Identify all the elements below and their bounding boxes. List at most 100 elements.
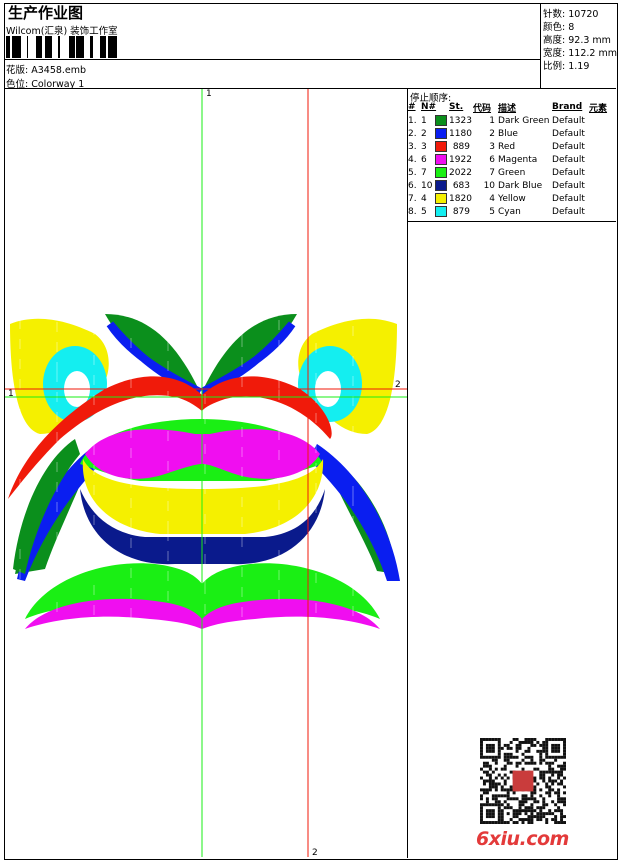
row-brand: Default xyxy=(552,141,585,152)
table-header-row: # N# St. 代码 描述 Brand 元素 xyxy=(408,100,616,114)
row-swatch xyxy=(435,114,449,127)
stat-width: 宽度: 112.2 mm xyxy=(543,45,617,59)
embroidery-design xyxy=(5,89,407,857)
guide-label-v2: 2 xyxy=(312,848,318,858)
guide-label-h2: 2 xyxy=(395,380,401,390)
row-stitches: 1820 xyxy=(449,193,472,204)
stat-value: 1.19 xyxy=(568,61,590,72)
row-description: Yellow xyxy=(498,193,526,204)
row-swatch xyxy=(435,192,449,205)
row-code: 1 xyxy=(489,115,496,126)
row-needle: 6 xyxy=(421,154,427,165)
row-swatch xyxy=(435,166,449,179)
row-element xyxy=(589,179,616,192)
pattern-label: 花版: xyxy=(6,65,29,76)
row-description: Green xyxy=(498,167,526,178)
row-brand: Default xyxy=(552,180,585,191)
stat-scale: 比例: 1.19 xyxy=(543,58,589,72)
row-stitches: 1323 xyxy=(449,115,472,126)
row-index: 4. xyxy=(408,154,417,165)
row-stitches: 2022 xyxy=(449,167,472,178)
header-sub-divider xyxy=(4,59,540,60)
row-stitches: 889 xyxy=(452,141,471,152)
table-row: 3. 3 889 3 Red Default xyxy=(408,140,616,153)
row-swatch xyxy=(435,140,449,153)
row-swatch xyxy=(435,153,449,166)
col-code: 代码 xyxy=(473,103,492,114)
color-swatch xyxy=(435,206,447,217)
color-swatch xyxy=(435,193,447,204)
stop-sequence-table: # N# St. 代码 描述 Brand 元素 1. 1 1323 1 Dark Gre… xyxy=(408,100,616,218)
legend-bottom-divider xyxy=(407,221,616,222)
pattern-line: 花版: A3458.emb xyxy=(6,62,86,76)
color-swatch xyxy=(435,115,447,126)
stat-label: 比例: xyxy=(543,61,566,72)
row-needle: 3 xyxy=(421,141,427,152)
row-stitches: 1922 xyxy=(449,154,472,165)
row-code: 5 xyxy=(489,206,496,217)
row-element xyxy=(589,192,616,205)
row-needle: 1 xyxy=(421,115,427,126)
row-stitches: 879 xyxy=(452,206,471,217)
row-brand: Default xyxy=(552,167,585,178)
color-swatch xyxy=(435,141,447,152)
row-index: 7. xyxy=(408,193,417,204)
row-description: Cyan xyxy=(498,206,521,217)
table-row: 4. 6 1922 6 Magenta Default xyxy=(408,153,616,166)
col-brand: Brand xyxy=(552,102,583,112)
guide-label-h1: 1 xyxy=(8,389,14,399)
row-code: 7 xyxy=(489,167,496,178)
table-row: 2. 2 1180 2 Blue Default xyxy=(408,127,616,140)
row-brand: Default xyxy=(552,206,585,217)
row-description: Red xyxy=(498,141,516,152)
color-swatch xyxy=(435,154,447,165)
row-swatch xyxy=(435,179,449,192)
pattern-value: A3458.emb xyxy=(31,65,87,76)
color-swatch xyxy=(435,128,447,139)
table-row: 6. 10 683 10 Dark Blue Default xyxy=(408,179,616,192)
row-index: 3. xyxy=(408,141,417,152)
row-element xyxy=(589,153,616,166)
table-row: 8. 5 879 5 Cyan Default xyxy=(408,205,616,218)
row-code: 4 xyxy=(489,193,496,204)
table-row: 1. 1 1323 1 Dark Green Default xyxy=(408,114,616,127)
row-brand: Default xyxy=(552,154,585,165)
qr-code xyxy=(480,738,566,824)
row-code: 3 xyxy=(489,141,496,152)
col-element: 元素 xyxy=(589,103,608,114)
row-description: Blue xyxy=(498,128,518,139)
row-swatch xyxy=(435,205,449,218)
row-code: 6 xyxy=(489,154,496,165)
row-index: 5. xyxy=(408,167,417,178)
row-brand: Default xyxy=(552,193,585,204)
row-code: 10 xyxy=(483,180,496,191)
studio-name: Wilcom(汇泉) 装饰工作室 xyxy=(6,26,118,37)
guide-label-v1: 1 xyxy=(206,89,212,99)
stats-divider xyxy=(540,3,541,88)
row-description: Dark Blue xyxy=(498,180,543,191)
row-needle: 10 xyxy=(421,180,433,191)
row-needle: 5 xyxy=(421,206,427,217)
color-swatch xyxy=(435,167,447,178)
row-index: 6. xyxy=(408,180,417,191)
col-stitches: St. xyxy=(449,102,464,112)
row-stitches: 1180 xyxy=(449,128,472,139)
stat-colors: 颜色: 8 xyxy=(543,19,574,33)
row-index: 1. xyxy=(408,115,417,126)
row-brand: Default xyxy=(552,128,585,139)
row-description: Dark Green xyxy=(498,115,550,126)
color-swatch xyxy=(435,180,447,191)
row-brand: Default xyxy=(552,115,585,126)
table-row: 7. 4 1820 4 Yellow Default xyxy=(408,192,616,205)
watermark: 6xiu.com xyxy=(476,828,569,850)
row-code: 2 xyxy=(489,128,496,139)
row-stitches: 683 xyxy=(452,180,471,191)
row-index: 8. xyxy=(408,206,417,217)
row-element xyxy=(589,127,616,140)
col-index: # xyxy=(408,102,416,112)
table-row: 5. 7 2022 7 Green Default xyxy=(408,166,616,179)
row-needle: 7 xyxy=(421,167,427,178)
page-title: 生产作业图 xyxy=(8,4,84,22)
col-needle: N# xyxy=(421,102,437,112)
row-description: Magenta xyxy=(498,154,538,165)
